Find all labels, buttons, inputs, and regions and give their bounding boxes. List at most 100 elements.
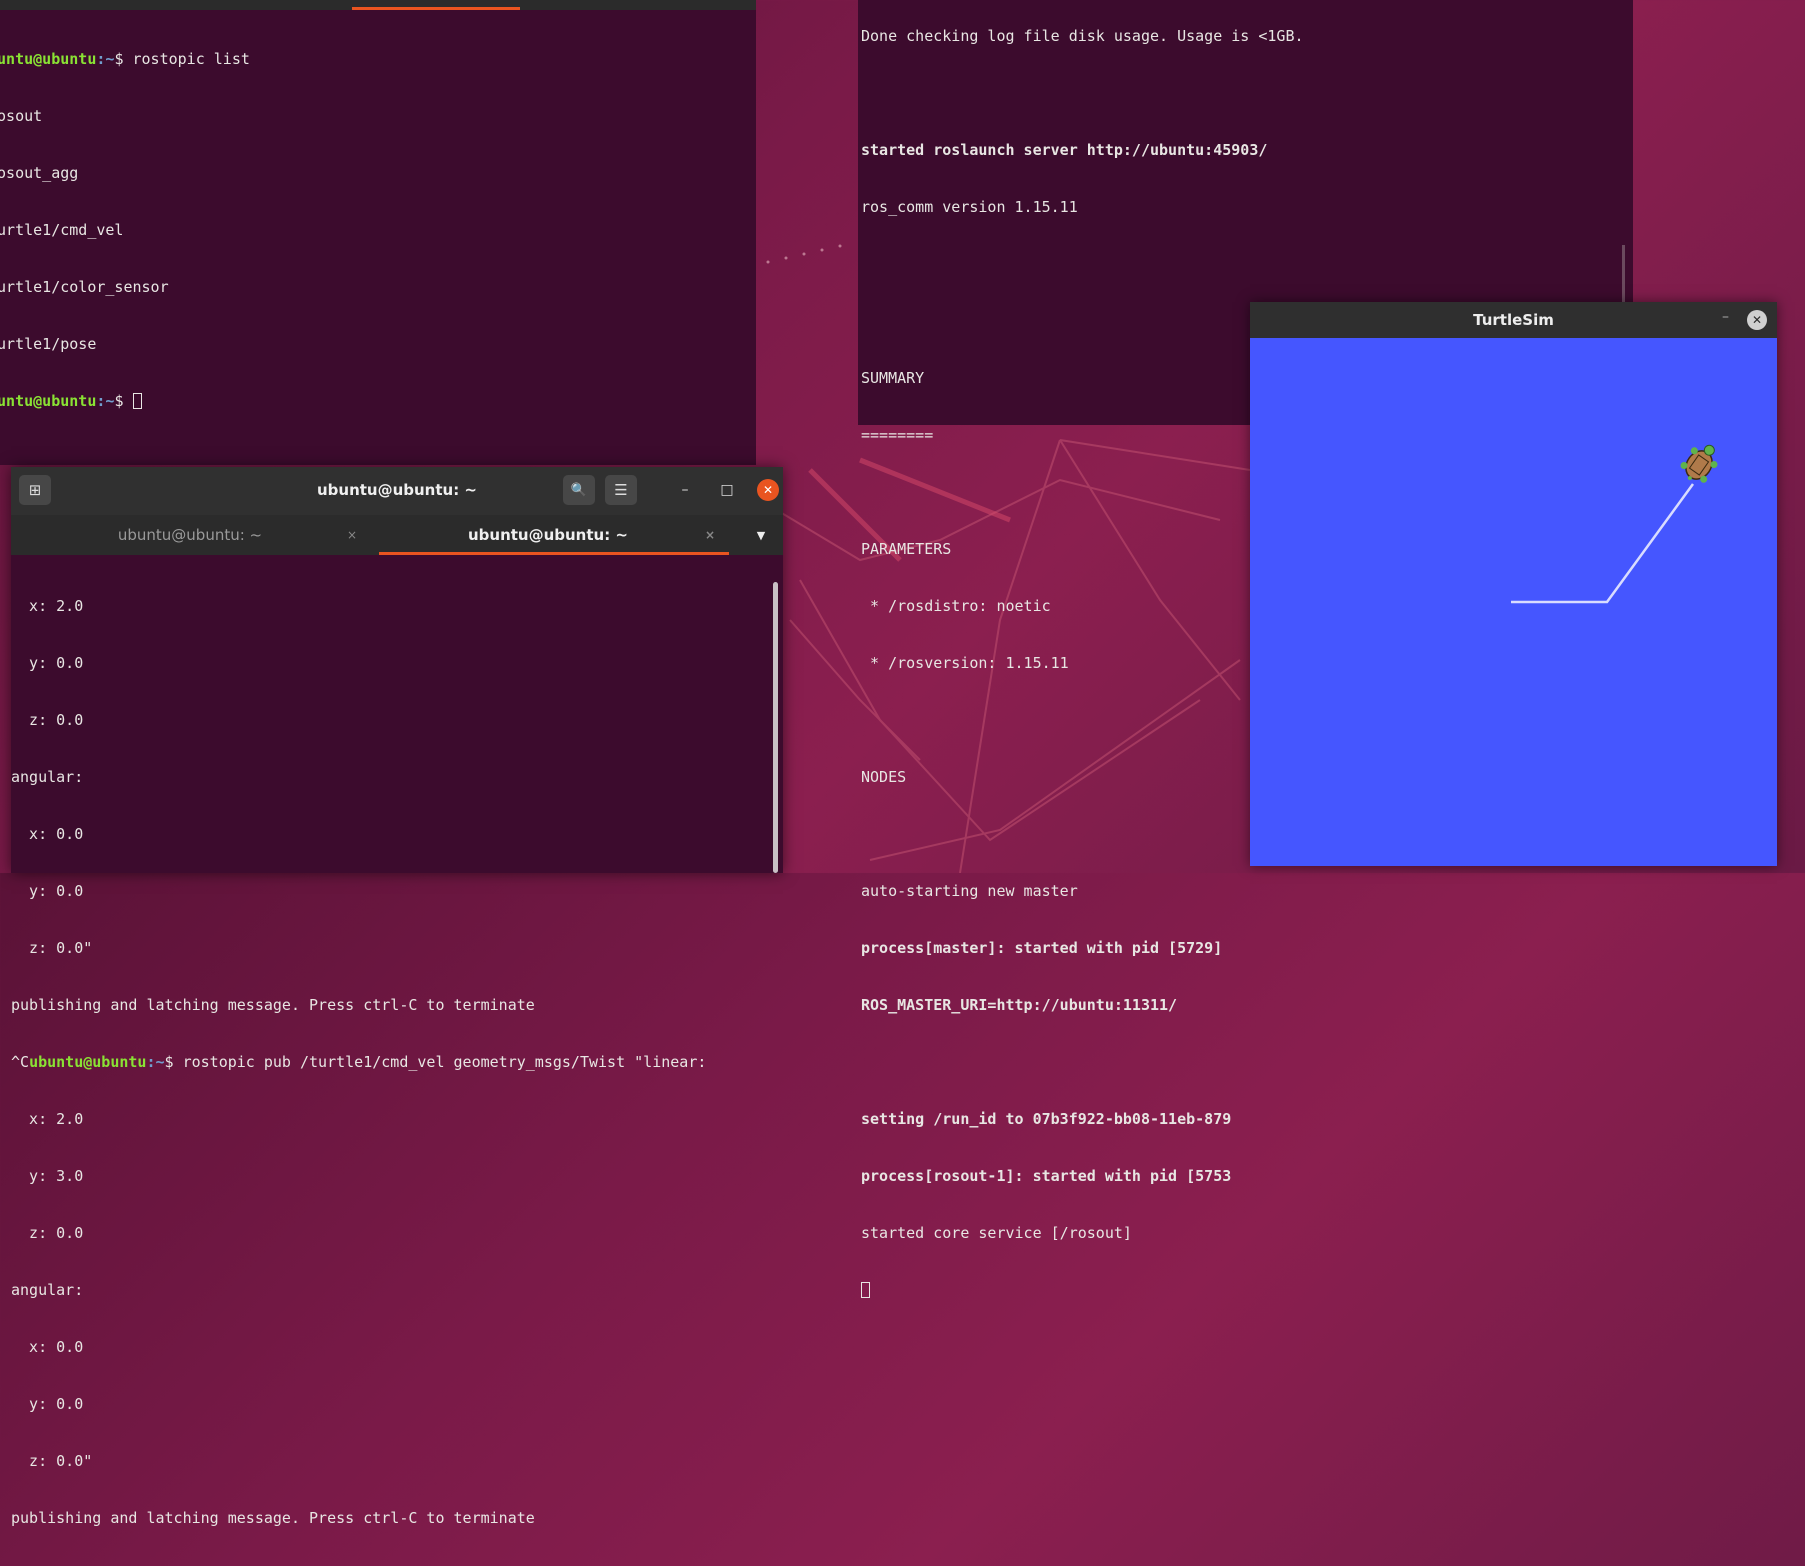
text-cursor — [861, 1282, 870, 1298]
chevron-down-icon: ▼ — [756, 528, 766, 542]
terminal-output: x: 2.0 y: 0.0 z: 0.0 angular: x: 0.0 y: … — [11, 559, 706, 1566]
scrollbar[interactable] — [1622, 245, 1625, 305]
prompt-path: :~ — [146, 1053, 165, 1071]
terminal-output: buntu@ubuntu:~$ rostopic list rosout ros… — [0, 12, 250, 449]
terminal-line: y: 0.0 — [11, 654, 84, 672]
terminal-top-left[interactable]: buntu@ubuntu:~$ rostopic list rosout ros… — [0, 0, 756, 465]
terminal-line: ======== — [861, 426, 934, 444]
search-icon: 🔍 — [570, 482, 588, 498]
terminal-line: y: 0.0 — [11, 1395, 84, 1413]
terminal-line: started roslaunch server http://ubuntu:4… — [861, 141, 1268, 159]
window-title: ubuntu@ubuntu: ~ — [316, 481, 478, 499]
command-text: $ rostopic list — [114, 50, 250, 68]
terminal-line: ros_comm version 1.15.11 — [861, 198, 1078, 216]
tab-close-icon[interactable]: × — [347, 528, 357, 542]
terminal-line: angular: — [11, 768, 84, 786]
search-button[interactable]: 🔍 — [563, 475, 595, 505]
hamburger-menu-icon: ☰ — [614, 481, 628, 499]
terminal-line: x: 0.0 — [11, 1338, 84, 1356]
terminal-line: ​ — [861, 255, 1304, 274]
terminal-line: ​ — [861, 825, 1304, 844]
terminal-line: buntu@ubuntu:~$ rostopic list — [0, 50, 250, 69]
terminal-line: started core service [/rosout] — [861, 1224, 1132, 1242]
prompt-path: :~ — [96, 50, 115, 68]
terminal-output: Done checking log file disk usage. Usage… — [861, 0, 1304, 1338]
terminal-line: ​ — [861, 84, 1304, 103]
terminal-line: * /rosversion: 1.15.11 — [861, 654, 1069, 672]
tab-active[interactable]: ubuntu@ubuntu: ~ × — [369, 515, 727, 555]
terminal-line: x: 2.0 — [11, 1110, 84, 1128]
terminal-line: Done checking log file disk usage. Usage… — [861, 27, 1304, 45]
prompt-user: buntu@ubuntu — [0, 392, 97, 410]
close-button[interactable]: ✕ — [1747, 310, 1767, 330]
turtle-icon — [1680, 444, 1718, 483]
terminal-line: NODES — [861, 768, 907, 786]
active-tab-indicator — [379, 552, 729, 555]
close-button[interactable]: ✕ — [757, 479, 779, 501]
terminal-line: z: 0.0" — [11, 1452, 93, 1470]
command-text: $ — [114, 392, 133, 410]
terminal-line: ^Cubuntu@ubuntu:~$ rostopic pub /turtle1… — [11, 1053, 706, 1072]
terminal-line: PARAMETERS — [861, 540, 952, 558]
close-icon: ✕ — [762, 483, 774, 497]
turtlesim-window[interactable]: TurtleSim – ✕ — [1250, 302, 1777, 866]
terminal-line: y: 0.0 — [11, 882, 84, 900]
terminal-line: publishing and latching message. Press c… — [11, 1509, 535, 1527]
terminal-line: turtle1/pose — [0, 335, 97, 353]
tab-close-icon[interactable]: × — [705, 528, 715, 542]
tab-inactive[interactable]: ubuntu@ubuntu: ~ × — [11, 515, 369, 555]
terminal-line: z: 0.0 — [11, 711, 84, 729]
window-titlebar[interactable]: TurtleSim – ✕ — [1250, 302, 1777, 338]
terminal-line: x: 2.0 — [11, 597, 84, 615]
terminal-line: ​ — [861, 483, 1304, 502]
terminal-line: ​ — [861, 711, 1304, 730]
terminal-line: z: 0.0 — [11, 1224, 84, 1242]
tab-label: ubuntu@ubuntu: ~ — [467, 526, 629, 544]
prompt-user: ubuntu@ubuntu — [29, 1053, 147, 1071]
terminal-line: process[rosout-1]: started with pid [575… — [861, 1167, 1232, 1185]
window-titlebar[interactable]: ⊞ ubuntu@ubuntu: ~ 🔍 ☰ – □ ✕ — [11, 467, 783, 515]
scrollbar[interactable] — [773, 582, 778, 873]
active-tab-indicator — [352, 7, 520, 10]
minimize-icon: – — [681, 482, 689, 498]
prompt-user: buntu@ubuntu — [0, 50, 97, 68]
tab-dropdown-button[interactable]: ▼ — [749, 525, 773, 545]
terminal-line: turtle1/cmd_vel — [0, 221, 124, 239]
terminal-line: ROS_MASTER_URI=http://ubuntu:11311/ — [861, 996, 1178, 1014]
terminal-line: SUMMARY — [861, 369, 925, 387]
turtlesim-canvas — [1250, 338, 1777, 866]
terminal-line: z: 0.0" — [11, 939, 93, 957]
terminal-line — [861, 1281, 1304, 1300]
terminal-line: rosout — [0, 107, 43, 125]
minimize-button[interactable]: – — [1722, 309, 1729, 325]
terminal-line: x: 0.0 — [11, 825, 84, 843]
terminal-line: turtle1/color_sensor — [0, 278, 169, 296]
terminal-line: rosout_agg — [0, 164, 79, 182]
ctrl-c-echo: ^C — [11, 1053, 30, 1071]
minimize-button[interactable]: – — [674, 479, 696, 501]
terminal-line: buntu@ubuntu:~$ — [0, 392, 250, 411]
terminal-line: ​ — [861, 1053, 1304, 1072]
maximize-button[interactable]: □ — [716, 479, 738, 501]
terminal-line: auto-starting new master — [861, 882, 1078, 900]
terminal-line: setting /run_id to 07b3f922-bb08-11eb-87… — [861, 1110, 1232, 1128]
prompt-path: :~ — [96, 392, 115, 410]
close-icon: ✕ — [1751, 313, 1763, 327]
minimize-icon: – — [1722, 309, 1729, 325]
tab-label: ubuntu@ubuntu: ~ — [117, 526, 263, 544]
menu-button[interactable]: ☰ — [605, 475, 637, 505]
terminal-line: * /rosdistro: noetic — [861, 597, 1051, 615]
tab-bar: ubuntu@ubuntu: ~ × ubuntu@ubuntu: ~ × ▼ — [11, 515, 783, 555]
terminal-window-bottom[interactable]: ⊞ ubuntu@ubuntu: ~ 🔍 ☰ – □ ✕ ubuntu@ubun… — [11, 467, 783, 1527]
terminal-line: process[master]: started with pid [5729] — [861, 939, 1223, 957]
window-title: TurtleSim — [1473, 311, 1554, 329]
terminal-line: ​ — [861, 312, 1304, 331]
maximize-icon: □ — [720, 482, 734, 498]
text-cursor — [132, 393, 142, 409]
terminal-line: publishing and latching message. Press c… — [11, 996, 535, 1014]
command-text: $ rostopic pub /turtle1/cmd_vel geometry… — [164, 1053, 707, 1071]
turtle-trail — [1511, 483, 1695, 604]
terminal-line: y: 3.0 — [11, 1167, 84, 1185]
turtle-trail-layer — [1511, 444, 1718, 604]
terminal-line: angular: — [11, 1281, 84, 1299]
